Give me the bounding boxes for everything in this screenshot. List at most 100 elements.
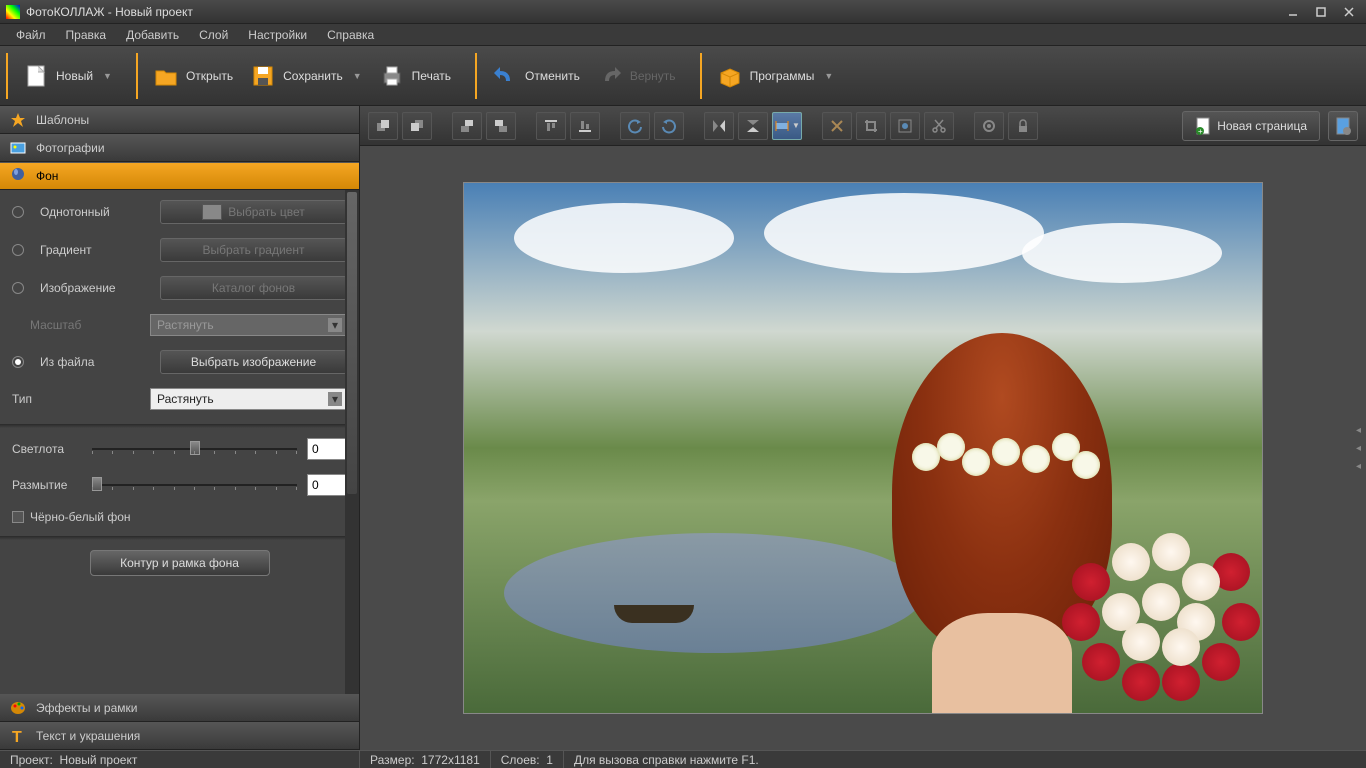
send-back-button[interactable] — [402, 112, 432, 140]
label-fromfile: Из файла — [40, 355, 150, 369]
side-handles[interactable]: ◂◂◂ — [1356, 425, 1364, 471]
svg-text:+: + — [1198, 127, 1203, 135]
flip-v-button[interactable] — [738, 112, 768, 140]
menu-layer[interactable]: Слой — [189, 28, 238, 42]
scrollbar[interactable] — [345, 190, 359, 694]
save-label: Сохранить — [283, 69, 343, 83]
background-panel-body: Однотонный Выбрать цвет Градиент Выбрать… — [0, 190, 359, 694]
maximize-button[interactable] — [1310, 4, 1332, 20]
blur-slider[interactable] — [92, 477, 297, 493]
panel-label: Текст и украшения — [36, 729, 140, 743]
radio-fromfile[interactable] — [12, 356, 24, 368]
page-settings-button[interactable] — [1328, 111, 1358, 141]
close-button[interactable] — [1338, 4, 1360, 20]
redo-label: Вернуть — [630, 69, 676, 83]
statusbar: Проект: Новый проект Размер: 1772x1181 С… — [0, 750, 1366, 768]
menu-help[interactable]: Справка — [317, 28, 384, 42]
star-icon — [8, 110, 28, 130]
canvas-area[interactable]: ◂◂◂ — [360, 146, 1366, 750]
label-solid: Однотонный — [40, 205, 150, 219]
open-button[interactable]: Открыть — [144, 58, 241, 94]
titlebar: ФотоКОЛЛАЖ - Новый проект — [0, 0, 1366, 24]
left-panel: Шаблоны Фотографии Фон Однотонный Выбрат… — [0, 106, 360, 750]
panel-photos[interactable]: Фотографии — [0, 134, 359, 162]
redo-icon — [596, 62, 624, 90]
catalog-button[interactable]: Каталог фонов — [160, 276, 347, 300]
panel-label: Фотографии — [36, 141, 105, 155]
photo-icon — [8, 138, 28, 158]
type-select[interactable]: Растянуть — [150, 388, 347, 410]
align-top-button[interactable] — [536, 112, 566, 140]
print-icon — [378, 62, 406, 90]
menu-edit[interactable]: Правка — [56, 28, 117, 42]
panel-effects[interactable]: Эффекты и рамки — [0, 694, 359, 722]
panel-text[interactable]: T Текст и украшения — [0, 722, 359, 750]
dropdown-arrow-icon[interactable]: ▼ — [353, 71, 362, 81]
scale-select[interactable]: Растянуть — [150, 314, 347, 336]
layer-up-button[interactable] — [452, 112, 482, 140]
radio-gradient[interactable] — [12, 244, 24, 256]
menu-add[interactable]: Добавить — [116, 28, 189, 42]
delete-button[interactable] — [822, 112, 852, 140]
rotate-right-button[interactable] — [654, 112, 684, 140]
divider — [0, 424, 359, 428]
new-page-button[interactable]: + Новая страница — [1182, 111, 1320, 141]
bring-front-button[interactable] — [368, 112, 398, 140]
label-blur: Размытие — [12, 478, 82, 492]
brightness-slider[interactable] — [92, 441, 297, 457]
status-size: Размер: 1772x1181 — [360, 751, 491, 768]
print-label: Печать — [412, 69, 451, 83]
outline-frame-button[interactable]: Контур и рамка фона — [90, 550, 270, 576]
canvas[interactable] — [463, 182, 1263, 714]
new-page-label: Новая страница — [1217, 119, 1307, 133]
undo-label: Отменить — [525, 69, 580, 83]
print-button[interactable]: Печать — [370, 58, 459, 94]
menu-settings[interactable]: Настройки — [238, 28, 317, 42]
new-button[interactable]: Новый ▼ — [14, 58, 120, 94]
main-area: ▼ + Новая страница — [360, 106, 1366, 750]
undo-icon — [491, 62, 519, 90]
cut-button[interactable] — [924, 112, 954, 140]
undo-button[interactable]: Отменить — [483, 58, 588, 94]
bw-checkbox[interactable] — [12, 511, 24, 523]
mask-button[interactable] — [890, 112, 920, 140]
panel-label: Эффекты и рамки — [36, 701, 137, 715]
dropdown-arrow-icon[interactable]: ▼ — [824, 71, 833, 81]
status-layers: Слоев: 1 — [491, 751, 564, 768]
pick-gradient-button[interactable]: Выбрать градиент — [160, 238, 347, 262]
divider — [0, 536, 359, 540]
radio-solid[interactable] — [12, 206, 24, 218]
folder-icon — [152, 62, 180, 90]
panel-templates[interactable]: Шаблоны — [0, 106, 359, 134]
canvas-content — [514, 203, 734, 273]
programs-button[interactable]: Программы ▼ — [708, 58, 842, 94]
open-label: Открыть — [186, 69, 233, 83]
panel-background[interactable]: Фон — [0, 162, 359, 190]
label-scale: Масштаб — [30, 318, 140, 332]
label-gradient: Градиент — [40, 243, 150, 257]
lock-button[interactable] — [1008, 112, 1038, 140]
minimize-button[interactable] — [1282, 4, 1304, 20]
pick-color-button[interactable]: Выбрать цвет — [160, 200, 347, 224]
gear-button[interactable] — [974, 112, 1004, 140]
canvas-content — [764, 193, 1044, 273]
rotate-left-button[interactable] — [620, 112, 650, 140]
fit-width-button[interactable]: ▼ — [772, 112, 802, 140]
blur-spinbox[interactable]: 0 — [307, 474, 347, 496]
canvas-toolbar: ▼ + Новая страница — [360, 106, 1366, 146]
palette-icon — [8, 698, 28, 718]
panel-label: Шаблоны — [36, 113, 89, 127]
radio-image[interactable] — [12, 282, 24, 294]
layer-down-button[interactable] — [486, 112, 516, 140]
redo-button[interactable]: Вернуть — [588, 58, 684, 94]
crop-button[interactable] — [856, 112, 886, 140]
pick-image-button[interactable]: Выбрать изображение — [160, 350, 347, 374]
dropdown-arrow-icon[interactable]: ▼ — [103, 71, 112, 81]
status-project: Проект: Новый проект — [0, 751, 360, 768]
align-bottom-button[interactable] — [570, 112, 600, 140]
svg-text:T: T — [12, 729, 22, 744]
menu-file[interactable]: Файл — [6, 28, 56, 42]
brightness-spinbox[interactable]: 0 — [307, 438, 347, 460]
flip-h-button[interactable] — [704, 112, 734, 140]
save-button[interactable]: Сохранить ▼ — [241, 58, 370, 94]
